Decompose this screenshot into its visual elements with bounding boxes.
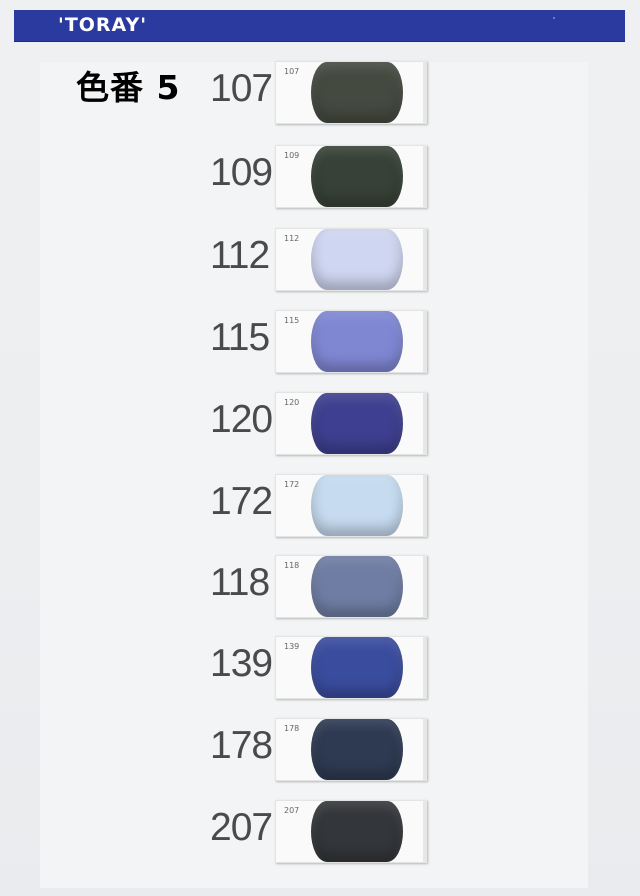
- page: 'TORAY' 色番 5 107 107 109 109 112 112 115…: [0, 0, 640, 896]
- swatch-code: 120: [210, 398, 273, 441]
- header-bar: 'TORAY': [14, 10, 625, 42]
- swatch-card-number: 172: [284, 480, 300, 489]
- swatch-row-5: 172 172: [205, 474, 435, 538]
- swatch-row-1: 109 109: [205, 145, 435, 209]
- color-swatch: [311, 229, 403, 290]
- color-swatch: [311, 146, 403, 207]
- swatch-card: 207: [275, 800, 427, 863]
- swatch-row-6: 118 118: [205, 555, 435, 619]
- card-edge: [423, 61, 427, 124]
- swatch-card-number: 112: [284, 234, 300, 243]
- swatch-row-0: 107 107: [205, 61, 435, 125]
- card-edge: [423, 636, 427, 699]
- color-swatch: [311, 801, 403, 862]
- swatch-code: 109: [210, 151, 273, 194]
- color-swatch: [311, 311, 403, 372]
- card-edge: [423, 228, 427, 291]
- swatch-card: 172: [275, 474, 427, 537]
- color-swatch: [311, 62, 403, 123]
- card-edge: [423, 555, 427, 618]
- swatch-card-number: 118: [284, 561, 300, 570]
- swatch-code: 112: [210, 234, 270, 277]
- card-edge: [423, 145, 427, 208]
- swatch-row-8: 178 178: [205, 718, 435, 782]
- swatch-card: 115: [275, 310, 427, 373]
- swatch-code: 118: [210, 561, 270, 604]
- swatch-card-number: 207: [284, 806, 300, 815]
- swatch-card: 120: [275, 392, 427, 455]
- color-swatch: [311, 393, 403, 454]
- swatch-card-number: 178: [284, 724, 300, 733]
- swatch-row-2: 112 112: [205, 228, 435, 292]
- swatch-row-7: 139 139: [205, 636, 435, 700]
- swatch-card: 139: [275, 636, 427, 699]
- swatch-card-number: 115: [284, 316, 300, 325]
- card-edge: [423, 474, 427, 537]
- swatch-card: 109: [275, 145, 427, 208]
- swatch-code: 178: [210, 724, 273, 767]
- swatch-row-3: 115 115: [205, 310, 435, 374]
- header-mark: [553, 17, 555, 19]
- card-edge: [423, 310, 427, 373]
- swatch-card-number: 139: [284, 642, 300, 651]
- swatch-card: 118: [275, 555, 427, 618]
- card-edge: [423, 718, 427, 781]
- swatch-row-9: 207 207: [205, 800, 435, 864]
- toray-logo: 'TORAY': [58, 14, 148, 36]
- swatch-card: 178: [275, 718, 427, 781]
- swatch-code: 107: [210, 67, 273, 110]
- swatch-card-number: 120: [284, 398, 300, 407]
- swatch-code: 115: [210, 316, 270, 359]
- page-title: 色番 5: [76, 68, 181, 107]
- swatch-card: 112: [275, 228, 427, 291]
- color-swatch: [311, 637, 403, 698]
- color-swatch: [311, 556, 403, 617]
- card-edge: [423, 800, 427, 863]
- color-swatch: [311, 475, 403, 536]
- swatch-card: 107: [275, 61, 427, 124]
- swatch-row-4: 120 120: [205, 392, 435, 456]
- color-swatch: [311, 719, 403, 780]
- swatch-code: 172: [210, 480, 273, 523]
- swatch-card-number: 107: [284, 67, 300, 76]
- swatch-card-number: 109: [284, 151, 300, 160]
- card-edge: [423, 392, 427, 455]
- swatch-code: 207: [210, 806, 273, 849]
- swatch-code: 139: [210, 642, 273, 685]
